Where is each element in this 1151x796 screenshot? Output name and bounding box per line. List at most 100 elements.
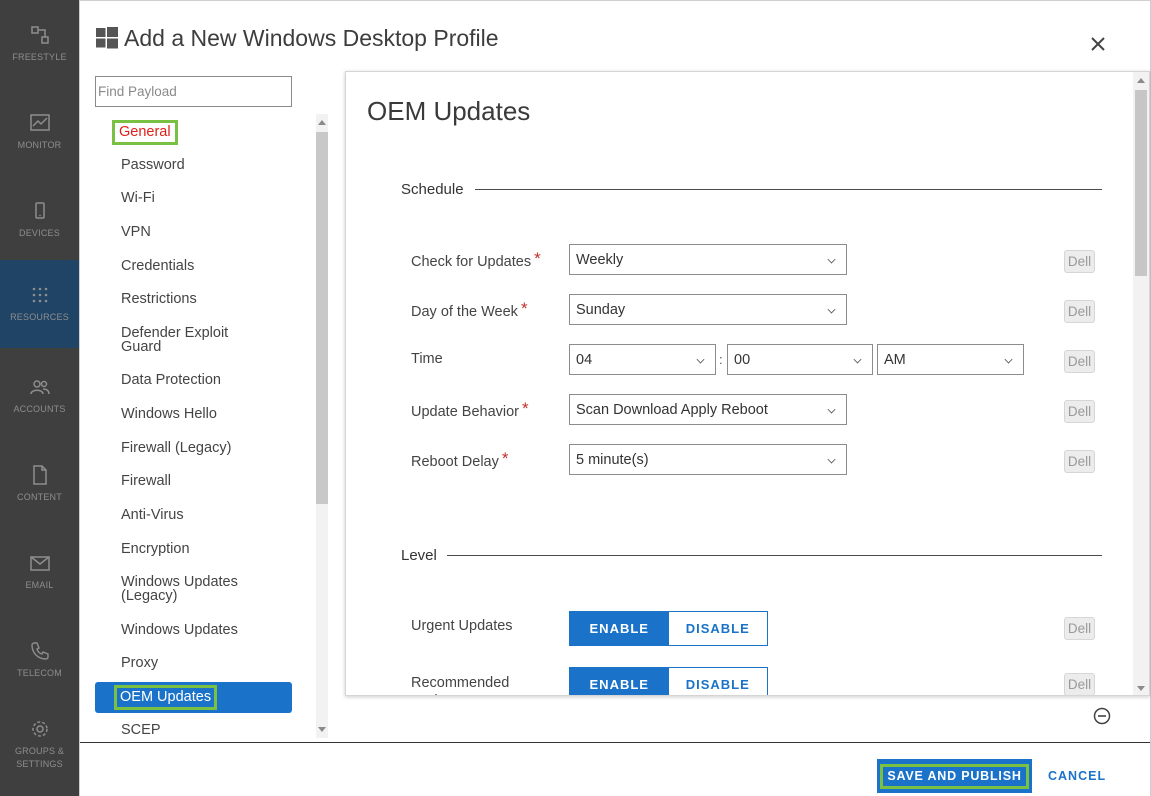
- payload-item-anti-virus[interactable]: Anti-Virus: [95, 508, 292, 523]
- payload-item-encryption[interactable]: Encryption: [95, 541, 292, 557]
- payload-item-label: Password: [121, 157, 185, 173]
- accounts-icon: [29, 380, 50, 395]
- nav-accounts-label: ACCOUNTS: [13, 404, 66, 414]
- modal-title: Add a New Windows Desktop Profile: [124, 24, 499, 51]
- select-value: 04: [576, 351, 593, 368]
- time-label: Time: [411, 351, 443, 367]
- recommended-enable-button[interactable]: ENABLE: [570, 668, 669, 695]
- nav-devices[interactable]: DEVICES: [0, 176, 79, 264]
- nav-telecom[interactable]: TELECOM: [0, 616, 79, 704]
- payload-item-windows-updates[interactable]: Windows Updates: [95, 622, 292, 638]
- nav-resources-label: RESOURCES: [10, 312, 69, 322]
- windows-logo-icon: [96, 27, 118, 49]
- urgent-disable-button[interactable]: DISABLE: [668, 612, 767, 645]
- remove-payload-icon[interactable]: [1093, 707, 1111, 725]
- day-of-week-select[interactable]: Sunday: [569, 294, 847, 325]
- required-marker: *: [522, 399, 529, 418]
- chevron-down-icon: [827, 405, 836, 414]
- nav-accounts[interactable]: ACCOUNTS: [0, 352, 79, 440]
- select-value: 00: [734, 351, 751, 368]
- close-icon[interactable]: [1088, 34, 1108, 54]
- oem-badge: Dell: [1064, 350, 1095, 373]
- chevron-down-icon: [696, 355, 705, 364]
- payload-item-scep[interactable]: SCEP: [95, 723, 292, 738]
- update-behavior-select[interactable]: Scan Download Apply Reboot: [569, 394, 847, 425]
- payload-item-label: Firewall: [121, 473, 171, 489]
- payload-item-defender-exploit-guard[interactable]: Defender Exploit Guard: [95, 326, 255, 355]
- chevron-down-icon: [1004, 355, 1013, 364]
- urgent-enable-button[interactable]: ENABLE: [570, 612, 669, 645]
- freestyle-icon: [30, 26, 49, 44]
- find-payload-input[interactable]: [95, 76, 292, 107]
- oem-badge: Dell: [1064, 617, 1095, 640]
- scroll-down-icon[interactable]: [1137, 686, 1145, 691]
- nav-monitor-label: MONITOR: [17, 140, 62, 150]
- chevron-down-icon: [827, 255, 836, 264]
- section-title-schedule: Schedule: [401, 181, 464, 198]
- nav-devices-label: DEVICES: [19, 228, 60, 238]
- save-and-publish-label: SAVE AND PUBLISH: [880, 763, 1029, 789]
- scroll-down-icon[interactable]: [318, 727, 326, 732]
- scroll-up-icon[interactable]: [1137, 78, 1145, 83]
- urgent-updates-toggle: ENABLE DISABLE: [569, 611, 768, 646]
- time-ampm-select[interactable]: AM: [877, 344, 1024, 375]
- payload-item-firewall-legacy[interactable]: Firewall (Legacy): [95, 441, 292, 456]
- modal-header: Add a New Windows Desktop Profile: [96, 21, 499, 55]
- nav-monitor[interactable]: MONITOR: [0, 88, 79, 176]
- payload-item-label: Wi-Fi: [121, 190, 155, 206]
- payload-item-label: Encryption: [121, 541, 190, 557]
- payload-item-proxy[interactable]: Proxy: [95, 656, 292, 671]
- telecom-icon: [30, 642, 49, 660]
- payload-list-scrollbar[interactable]: [314, 114, 328, 738]
- payload-list: General Password Wi-Fi VPN Credentials R…: [95, 114, 315, 741]
- monitor-icon: [29, 114, 50, 131]
- field-label-text: Reboot Delay: [411, 454, 499, 470]
- oem-badge: Dell: [1064, 450, 1095, 473]
- panel-scrollbar[interactable]: [1133, 72, 1149, 695]
- scroll-up-icon[interactable]: [318, 120, 326, 125]
- cancel-button[interactable]: CANCEL: [1048, 769, 1106, 783]
- scrollbar-thumb[interactable]: [316, 132, 328, 504]
- payload-item-general[interactable]: General: [95, 120, 292, 145]
- payload-item-credentials[interactable]: Credentials: [95, 259, 292, 274]
- oem-badge: Dell: [1064, 300, 1095, 323]
- time-minute-select[interactable]: 00: [727, 344, 873, 375]
- gear-icon: [31, 720, 48, 737]
- oem-badge: Dell: [1064, 673, 1095, 695]
- scrollbar-thumb[interactable]: [1135, 90, 1147, 276]
- payload-item-data-protection[interactable]: Data Protection: [95, 373, 292, 388]
- nav-email[interactable]: EMAIL: [0, 528, 79, 616]
- payload-item-restrictions[interactable]: Restrictions: [95, 292, 292, 307]
- save-and-publish-button[interactable]: SAVE AND PUBLISH: [877, 759, 1032, 793]
- nav-content[interactable]: CONTENT: [0, 440, 79, 528]
- payload-item-wifi[interactable]: Wi-Fi: [95, 190, 292, 206]
- required-marker: *: [520, 299, 528, 318]
- payload-item-windows-hello[interactable]: Windows Hello: [95, 407, 292, 422]
- select-value: Weekly: [576, 251, 624, 268]
- payload-item-label: Windows Updates: [121, 622, 238, 638]
- field-label-text: Check for Updates: [411, 254, 532, 270]
- payload-item-vpn[interactable]: VPN: [95, 225, 292, 240]
- required-marker: *: [534, 249, 541, 268]
- select-value: Scan Download Apply Reboot: [576, 401, 768, 418]
- nav-freestyle[interactable]: FREESTYLE: [0, 0, 79, 88]
- nav-groups-settings[interactable]: GROUPS & SETTINGS: [0, 700, 79, 788]
- payload-item-firewall[interactable]: Firewall: [95, 473, 292, 489]
- reboot-delay-select[interactable]: 5 minute(s): [569, 444, 847, 475]
- time-hour-select[interactable]: 04: [569, 344, 716, 375]
- recommended-disable-button[interactable]: DISABLE: [668, 668, 767, 695]
- resources-icon: [32, 287, 47, 303]
- payload-item-windows-updates-legacy[interactable]: Windows Updates (Legacy): [95, 575, 245, 604]
- check-for-updates-select[interactable]: Weekly: [569, 244, 847, 275]
- payload-item-password[interactable]: Password: [95, 157, 292, 173]
- chevron-down-icon: [827, 455, 836, 464]
- payload-item-label: OEM Updates: [114, 685, 218, 710]
- time-separator: :: [719, 352, 723, 367]
- check-for-updates-label: Check for Updates *: [411, 249, 541, 271]
- nav-content-label: CONTENT: [17, 492, 62, 502]
- nav-telecom-label: TELECOM: [17, 668, 62, 678]
- nav-resources[interactable]: RESOURCES: [0, 260, 79, 348]
- urgent-updates-label: Urgent Updates: [411, 618, 513, 634]
- payload-item-oem-updates[interactable]: OEM Updates: [95, 682, 292, 713]
- select-value: AM: [884, 351, 906, 368]
